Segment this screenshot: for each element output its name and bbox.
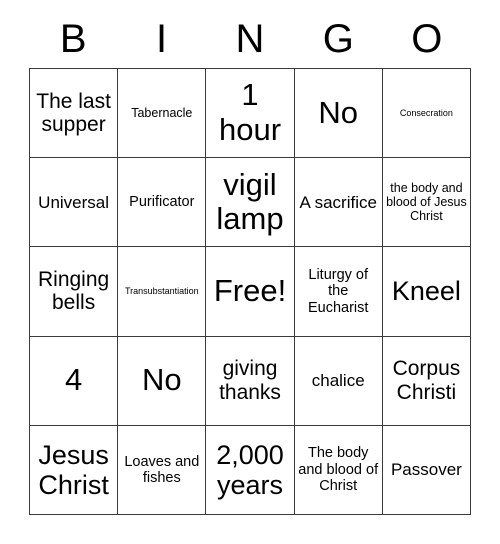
bingo-cell-i5[interactable]: Loaves and fishes xyxy=(118,425,207,515)
bingo-cell-i4[interactable]: No xyxy=(118,336,207,426)
bingo-cell-n5[interactable]: 2,000 years xyxy=(206,425,295,515)
bingo-cell-text: Corpus Christi xyxy=(392,357,461,404)
bingo-cell-b2[interactable]: Universal xyxy=(30,158,119,248)
bingo-cell-text: The last supper xyxy=(36,89,111,137)
bingo-cell-i3[interactable]: Transubstantiation xyxy=(118,247,207,337)
bingo-cell-text: chalice xyxy=(311,371,365,391)
bingo-cell-text: Passover xyxy=(390,460,462,480)
bingo-cell-text: No xyxy=(318,94,359,130)
bingo-cell-text: Universal xyxy=(38,192,110,212)
bingo-row: The last supper Tabernacle 1 hour No Con… xyxy=(30,69,472,159)
bingo-cell-g5[interactable]: The body and blood of Christ xyxy=(294,425,383,515)
bingo-cell-o4[interactable]: Corpus Christi xyxy=(382,336,472,426)
bingo-cell-text: 1 hour xyxy=(218,77,282,148)
bingo-cell-n2[interactable]: vigil lamp xyxy=(206,158,295,248)
bingo-cell-text: Jesus Christ xyxy=(38,439,109,500)
bingo-cell-g3[interactable]: Liturgy of the Eucharist xyxy=(294,247,383,337)
bingo-cell-text: Loaves and fishes xyxy=(124,453,200,486)
bingo-cell-o2[interactable]: the body and blood of Jesus Christ xyxy=(382,158,472,248)
bingo-cell-text: No xyxy=(141,362,182,398)
bingo-cell-text: the body and blood of Jesus Christ xyxy=(386,181,467,224)
bingo-header-letter-b: B xyxy=(59,17,87,61)
bingo-cell-text: Liturgy of the Eucharist xyxy=(307,267,369,316)
bingo-cell-o1[interactable]: Consecration xyxy=(382,69,472,159)
bingo-grid: The last supper Tabernacle 1 hour No Con… xyxy=(29,68,472,515)
bingo-cell-text: giving thanks xyxy=(219,357,281,404)
bingo-cell-text: 2,000 years xyxy=(216,439,284,500)
bingo-cell-text: Ringing bells xyxy=(37,267,110,315)
bingo-cell-text: Consecration xyxy=(399,108,453,119)
bingo-row: Universal Purificator vigil lamp A sacri… xyxy=(30,158,472,248)
bingo-cell-i2[interactable]: Purificator xyxy=(118,158,207,248)
bingo-cell-free-space[interactable]: Free! xyxy=(206,247,295,337)
bingo-cell-o5[interactable]: Passover xyxy=(382,425,472,515)
bingo-cell-b5[interactable]: Jesus Christ xyxy=(30,425,119,515)
bingo-card: B I N G O The last supper Tabernacle 1 h… xyxy=(29,10,472,515)
bingo-cell-text: vigil lamp xyxy=(216,166,284,237)
bingo-row: Ringing bells Transubstantiation Free! L… xyxy=(30,247,472,337)
bingo-cell-text: Free! xyxy=(213,273,287,309)
bingo-header-row: B I N G O xyxy=(29,10,471,68)
bingo-cell-g4[interactable]: chalice xyxy=(294,336,383,426)
bingo-cell-text: Transubstantiation xyxy=(124,286,199,297)
bingo-cell-g1[interactable]: No xyxy=(294,69,383,159)
bingo-cell-b3[interactable]: Ringing bells xyxy=(30,247,119,337)
bingo-cell-text: A sacrifice xyxy=(299,192,377,212)
bingo-cell-o3[interactable]: Kneel xyxy=(382,247,472,337)
bingo-header-letter-g: G xyxy=(322,17,354,61)
bingo-header-letter-n: N xyxy=(235,17,265,61)
bingo-header-letter-o: O xyxy=(411,17,443,61)
bingo-cell-i1[interactable]: Tabernacle xyxy=(118,69,207,159)
bingo-cell-n1[interactable]: 1 hour xyxy=(206,69,295,159)
bingo-cell-b4[interactable]: 4 xyxy=(30,336,119,426)
bingo-header-letter-i: I xyxy=(156,17,168,61)
bingo-cell-b1[interactable]: The last supper xyxy=(30,69,119,159)
bingo-cell-n4[interactable]: giving thanks xyxy=(206,336,295,426)
bingo-cell-text: The body and blood of Christ xyxy=(298,445,379,494)
bingo-row: 4 No giving thanks chalice Corpus Christ… xyxy=(30,336,472,426)
bingo-cell-text: Purificator xyxy=(129,194,195,211)
bingo-cell-text: Kneel xyxy=(391,276,461,307)
bingo-cell-text: 4 xyxy=(64,362,83,398)
bingo-row: Jesus Christ Loaves and fishes 2,000 yea… xyxy=(30,425,472,515)
bingo-cell-text: Tabernacle xyxy=(131,106,193,121)
bingo-cell-g2[interactable]: A sacrifice xyxy=(294,158,383,248)
